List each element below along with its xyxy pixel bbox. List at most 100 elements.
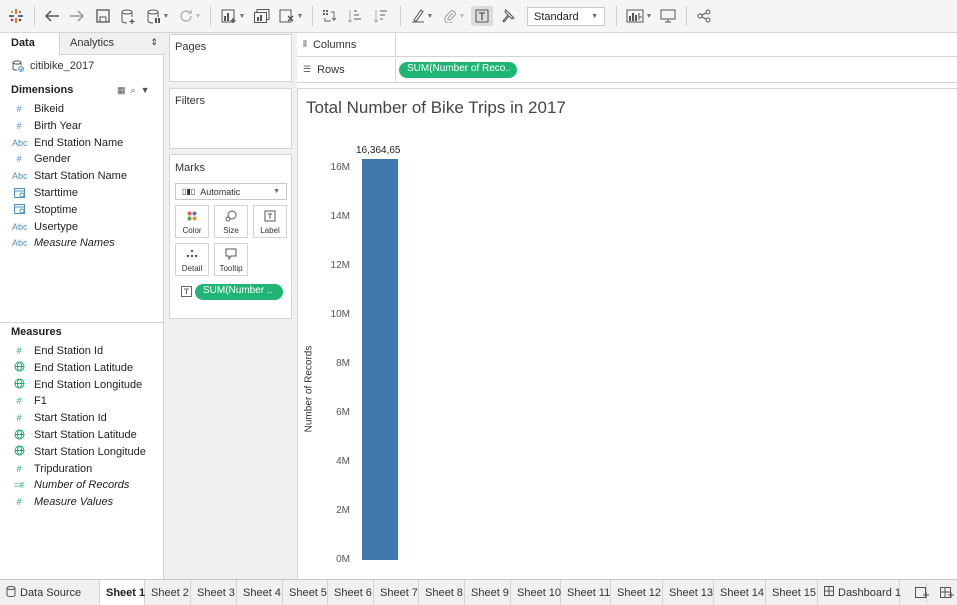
field-item[interactable]: # End Station Id xyxy=(12,344,103,358)
tab-sheet[interactable]: Sheet 11 xyxy=(561,580,611,605)
label-button[interactable]: Label xyxy=(253,205,287,238)
color-button[interactable]: Color xyxy=(175,205,209,238)
fit-select[interactable]: Standard ▼ xyxy=(527,7,605,26)
refresh-icon[interactable]: ▼ xyxy=(176,6,204,26)
field-item[interactable]: Abc Usertype xyxy=(12,220,78,234)
show-me-icon[interactable]: ▼ xyxy=(624,6,654,26)
tableau-logo-icon[interactable] xyxy=(6,6,26,26)
color-icon xyxy=(176,210,208,225)
field-item[interactable]: Abc Start Station Name xyxy=(12,169,127,183)
field-item[interactable]: # Start Station Id xyxy=(12,411,106,425)
field-item[interactable]: Start Station Latitude xyxy=(12,428,137,442)
pin-icon[interactable] xyxy=(499,6,517,26)
tab-sheet[interactable]: Sheet 1 xyxy=(100,580,145,605)
y-tick-label: 10M xyxy=(330,308,350,320)
pages-card[interactable]: Pages xyxy=(169,34,292,82)
size-button[interactable]: Size xyxy=(214,205,248,238)
marks-title: Marks xyxy=(175,162,205,174)
field-item[interactable]: # Gender xyxy=(12,152,70,166)
new-datasource-icon[interactable] xyxy=(119,6,137,26)
bar[interactable] xyxy=(362,159,398,560)
field-item[interactable]: Start Station Longitude xyxy=(12,445,146,459)
share-icon[interactable] xyxy=(694,6,714,26)
tab-sheet[interactable]: Sheet 6 xyxy=(328,580,374,605)
string-type-icon: Abc xyxy=(12,238,28,249)
number-type-icon: # xyxy=(16,497,22,508)
tab-analytics-label: Analytics xyxy=(70,37,115,49)
presentation-icon[interactable] xyxy=(658,6,678,26)
tab-sheet[interactable]: Sheet 7 xyxy=(374,580,419,605)
label-icon[interactable] xyxy=(471,6,493,26)
sort-descending-icon[interactable] xyxy=(372,6,390,26)
field-item[interactable]: Stoptime xyxy=(12,203,77,217)
save-icon[interactable] xyxy=(94,6,112,26)
field-item[interactable]: # F1 xyxy=(12,394,47,408)
marks-card: Marks ▯▮▯ Automatic ▼ Color Size Label D… xyxy=(169,154,292,319)
tab-sheet[interactable]: Sheet 13 xyxy=(663,580,714,605)
search-icon[interactable]: ⌕ xyxy=(131,85,136,96)
tooltip-button[interactable]: Tooltip xyxy=(214,243,248,276)
marks-measure-pill[interactable]: SUM(Number .. xyxy=(195,284,283,300)
tab-sheet[interactable]: Sheet 2 xyxy=(145,580,191,605)
datasource-item[interactable]: citibike_2017 xyxy=(12,60,94,72)
measures-heading: Measures xyxy=(11,326,62,338)
tab-data[interactable]: Data xyxy=(0,33,59,55)
tab-sheet[interactable]: Sheet 4 xyxy=(237,580,283,605)
y-tick-label: 0M xyxy=(336,554,350,565)
field-label: Tripduration xyxy=(34,462,93,475)
swap-icon[interactable] xyxy=(320,6,338,26)
field-item[interactable]: End Station Longitude xyxy=(12,378,142,392)
tab-sheet[interactable]: Sheet 14 xyxy=(714,580,766,605)
mark-type-select[interactable]: ▯▮▯ Automatic ▼ xyxy=(175,183,287,200)
data-pane-tabs: Data Analytics ⇕ xyxy=(0,33,164,55)
tab-sheet[interactable]: Sheet 15 xyxy=(766,580,818,605)
undo-icon[interactable] xyxy=(42,6,62,26)
redo-icon[interactable] xyxy=(67,6,87,26)
field-item[interactable]: Starttime xyxy=(12,186,78,200)
separator xyxy=(686,6,687,26)
separator xyxy=(312,6,313,26)
sheet-tabs-bar: Data Source Sheet 1 Sheet 2 Sheet 3 Sheet 4 S… xyxy=(0,579,957,605)
detail-button[interactable]: Detail xyxy=(175,243,209,276)
tab-label: Sheet 3 xyxy=(197,586,235,599)
field-item[interactable]: Abc Measure Names xyxy=(12,236,115,250)
new-worksheet-icon[interactable]: ▼ xyxy=(218,6,248,26)
field-item[interactable]: # Tripduration xyxy=(12,462,92,476)
field-item[interactable]: # Measure Values xyxy=(12,495,113,509)
field-item[interactable]: # Birth Year xyxy=(12,119,81,133)
columns-shelf[interactable]: ⦀ Columns xyxy=(297,33,957,57)
tab-sheet[interactable]: Sheet 8 xyxy=(419,580,465,605)
tab-label: Data Source xyxy=(20,586,82,599)
tab-sheet[interactable]: Sheet 5 xyxy=(283,580,328,605)
field-label: End Station Longitude xyxy=(34,378,143,391)
field-item[interactable]: End Station Latitude xyxy=(12,361,133,375)
y-tick-label: 6M xyxy=(336,406,350,418)
tab-sheet[interactable]: Sheet 12 xyxy=(611,580,663,605)
tab-sheet[interactable]: Sheet 9 xyxy=(465,580,511,605)
field-label: Start Station Latitude xyxy=(34,429,137,441)
field-item[interactable]: Abc End Station Name xyxy=(12,136,123,150)
sort-ascending-icon[interactable] xyxy=(346,6,364,26)
tab-sheet[interactable]: Sheet 3 xyxy=(191,580,237,605)
rows-shelf[interactable]: ☰ Rows SUM(Number of Reco.. xyxy=(297,58,957,83)
field-item[interactable]: # Bikeid xyxy=(12,102,63,116)
rows-measure-pill[interactable]: SUM(Number of Reco.. xyxy=(399,62,517,78)
field-label: End Station Latitude xyxy=(34,361,134,374)
field-label: F1 xyxy=(34,395,47,408)
new-dashboard-icon[interactable] xyxy=(936,580,957,605)
duplicate-icon[interactable] xyxy=(252,6,272,26)
chevron-down-icon[interactable]: ▼ xyxy=(141,85,150,96)
filters-card[interactable]: Filters xyxy=(169,88,292,149)
paperclip-icon[interactable]: ▼ xyxy=(440,6,468,26)
string-type-icon: Abc xyxy=(12,171,28,182)
field-item[interactable]: =# Number of Records xyxy=(12,478,130,492)
clear-icon[interactable]: ▼ xyxy=(277,6,305,26)
pause-updates-icon[interactable]: ▼ xyxy=(144,6,172,26)
highlight-icon[interactable]: ▼ xyxy=(408,6,436,26)
tab-analytics[interactable]: Analytics ⇕ xyxy=(59,33,164,55)
new-worksheet-icon[interactable] xyxy=(911,580,933,605)
tab-dashboard[interactable]: Dashboard 1 xyxy=(818,580,901,605)
tab-data-source[interactable]: Data Source xyxy=(0,580,100,605)
view-grid-icon[interactable]: ▦ xyxy=(117,85,126,96)
tab-sheet[interactable]: Sheet 10 xyxy=(511,580,561,605)
